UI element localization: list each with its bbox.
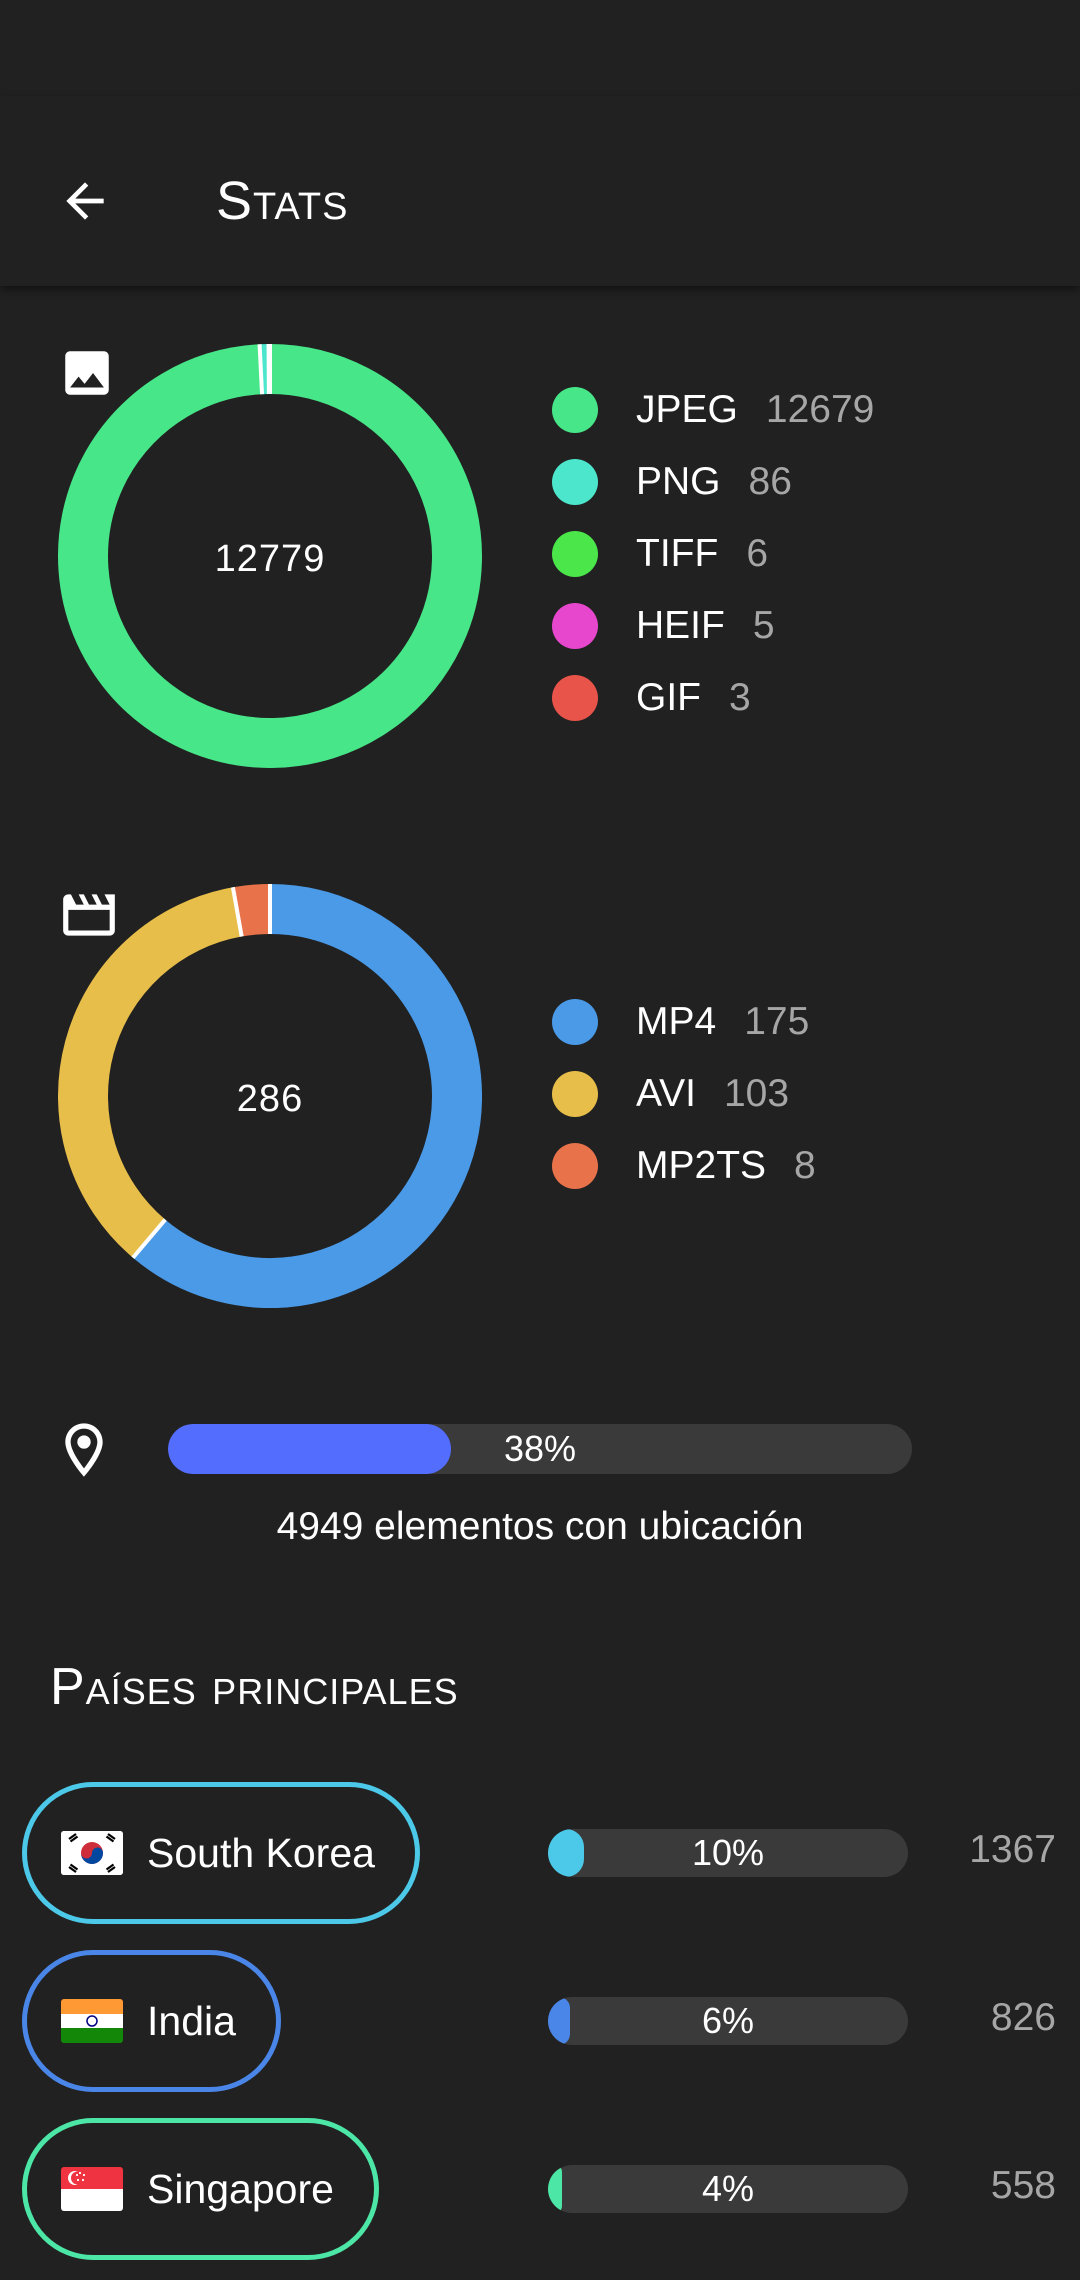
legend-item-mp2ts[interactable]: MP2TS 8 (552, 1130, 816, 1202)
country-count: 558 (990, 2164, 1056, 2207)
legend-count: 103 (723, 1072, 790, 1115)
country-progress-bar-south-korea: 10% (548, 1829, 908, 1877)
south-korea-flag-icon (61, 1831, 123, 1875)
country-name: Singapore (147, 2165, 334, 2212)
legend-item-mp4[interactable]: MP4 175 (552, 986, 816, 1058)
back-button[interactable] (40, 156, 130, 246)
legend-count: 5 (752, 604, 775, 647)
legend-label: PNG (636, 460, 721, 503)
legend-dot (552, 999, 598, 1045)
section-title-top-countries: Países principales (50, 1658, 459, 1716)
country-progress-bar-singapore: 4% (548, 2165, 908, 2213)
legend-label: TIFF (636, 532, 719, 575)
legend-dot (552, 387, 598, 433)
country-progress-text: 4% (701, 2168, 755, 2209)
legend-dot (552, 531, 598, 577)
legend-count: 6 (746, 532, 769, 575)
legend-item-png[interactable]: PNG 86 (552, 446, 874, 518)
singapore-flag-icon (61, 2167, 123, 2211)
legend-item-tiff[interactable]: TIFF 6 (552, 518, 874, 590)
image-icon (65, 351, 109, 395)
app-bar: Stats (0, 96, 1080, 286)
legend-item-jpeg[interactable]: JPEG 12679 (552, 374, 874, 446)
legend-count: 3 (729, 676, 751, 719)
legend-label: GIF (636, 676, 701, 719)
video-types-donut-chart: 286 (58, 884, 482, 1308)
legend-item-heif[interactable]: HEIF 5 (552, 590, 874, 662)
image-types-center: 12779 (58, 344, 482, 768)
image-types-legend: JPEG 12679 PNG 86 TIFF 6 HEIF 5 GIF 3 (552, 374, 874, 734)
legend-item-avi[interactable]: AVI 103 (552, 1058, 816, 1130)
india-flag-icon (61, 1999, 123, 2043)
location-progress-text: 38% (503, 1428, 577, 1469)
legend-label: MP4 (636, 1000, 717, 1043)
movie-clapper-icon (63, 894, 115, 936)
legend-item-gif[interactable]: GIF 3 (552, 662, 874, 734)
legend-dot (552, 1143, 598, 1189)
country-progress-text: 6% (701, 2000, 755, 2041)
country-chip-india[interactable]: India (22, 1950, 281, 2092)
video-types-total: 286 (236, 1077, 304, 1120)
country-name: South Korea (147, 1829, 375, 1876)
country-progress-text: 10% (691, 1832, 765, 1873)
video-types-legend: MP4 175 AVI 103 MP2TS 8 (552, 986, 816, 1202)
country-name: India (147, 1997, 236, 2044)
legend-label: AVI (636, 1072, 696, 1115)
image-types-total: 12779 (214, 537, 326, 580)
country-progress-bar-india: 6% (548, 1997, 908, 2045)
page-title: Stats (216, 171, 349, 231)
image-types-donut-chart: 12779 (58, 344, 482, 768)
location-pin-icon (65, 1423, 103, 1477)
country-chip-south-korea[interactable]: South Korea (22, 1782, 420, 1924)
video-types-center: 286 (58, 884, 482, 1308)
legend-label: MP2TS (636, 1144, 767, 1187)
status-bar (0, 0, 1080, 96)
legend-count: 175 (744, 1000, 810, 1043)
legend-count: 86 (748, 460, 792, 503)
country-count: 1367 (969, 1828, 1056, 1871)
legend-dot (552, 1071, 598, 1117)
legend-dot (552, 459, 598, 505)
legend-label: JPEG (636, 388, 738, 431)
legend-label: HEIF (636, 604, 725, 647)
legend-count: 8 (794, 1144, 816, 1187)
country-chip-singapore[interactable]: Singapore (22, 2118, 379, 2260)
arrow-back-icon (66, 182, 104, 220)
country-count: 826 (990, 1996, 1056, 2039)
legend-dot (552, 603, 598, 649)
legend-count: 12679 (765, 388, 875, 431)
location-caption: 4949 elementos con ubicación (276, 1505, 804, 1548)
location-progress-bar: 38% (168, 1424, 912, 1474)
legend-dot (552, 675, 598, 721)
